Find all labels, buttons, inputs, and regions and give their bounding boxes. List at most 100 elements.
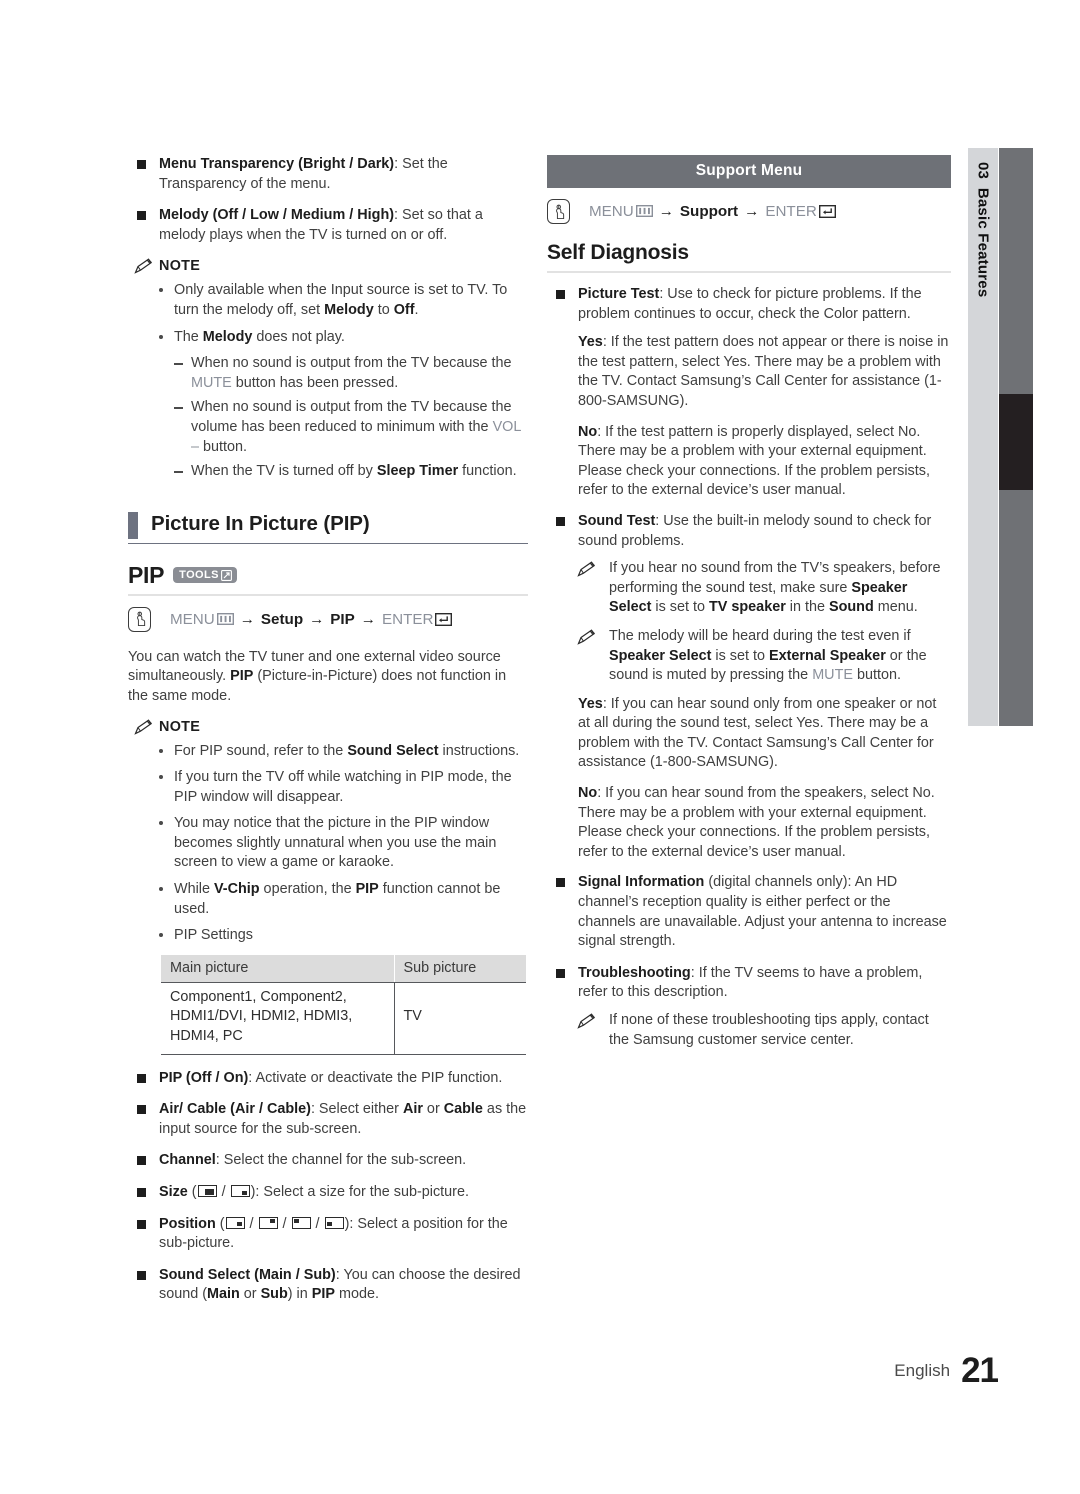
list-item: While V-Chip operation, the PIP function…: [128, 880, 528, 919]
list-item: PIP Settings: [128, 926, 528, 946]
sound-test-note: The melody will be heard during the test…: [547, 627, 951, 686]
self-diagnosis-heading: Self Diagnosis: [547, 241, 951, 273]
pip-size-small-icon: [230, 1185, 250, 1197]
list-item: When the TV is turned off by Sleep Timer…: [128, 462, 528, 482]
dot-bullet-icon: [159, 288, 163, 293]
option-title: Air/ Cable (Air / Cable): [159, 1101, 311, 1118]
option-body: : Activate or deactivate the PIP functio…: [248, 1069, 503, 1086]
list-item: Position ( / / / ): Select a position fo…: [128, 1215, 528, 1254]
pip-settings-table: Main picture Sub picture Component1, Com…: [161, 954, 526, 1055]
page-footer: English 21: [0, 1351, 1080, 1391]
table-header-sub-picture: Sub picture: [393, 954, 526, 983]
yes-body: : If you can hear sound only from one sp…: [578, 695, 937, 771]
pencil-icon: [577, 1013, 597, 1029]
path-step-pip: PIP: [330, 610, 355, 628]
dot-bullet-icon: [159, 821, 163, 826]
square-bullet-icon: [137, 1073, 146, 1083]
troubleshooting-note: If none of these troubleshooting tips ap…: [547, 1011, 951, 1050]
square-bullet-icon: [137, 1188, 146, 1197]
option-title: Sound Select (Main / Sub): [159, 1266, 336, 1283]
picture-test-no: No: If the test pattern is properly disp…: [547, 423, 951, 501]
chapter-index-bar: [999, 148, 1033, 726]
dot-bullet-icon: [159, 775, 163, 780]
pip-settings-label: PIP Settings: [174, 927, 253, 944]
pip-menu-path: MENU → Setup → PIP → ENTER: [128, 606, 528, 632]
list-item: Size ( / ): Select a size for the sub-pi…: [128, 1183, 528, 1203]
list-item: Menu Transparency (Bright / Dark): Set t…: [128, 155, 528, 194]
pip-position-top-left-icon: [291, 1216, 311, 1229]
list-item: Troubleshooting: If the TV seems to have…: [547, 964, 951, 1003]
path-step-support: Support: [679, 203, 739, 220]
pip-position-bottom-left-icon: [324, 1216, 344, 1229]
no-body: : If the test pattern is properly displa…: [578, 423, 930, 499]
chapter-title: Basic Features: [974, 187, 992, 298]
remote-hand-icon: [128, 606, 151, 632]
chapter-side-tab: 03 Basic Features: [968, 148, 998, 726]
option-title: Position: [159, 1215, 216, 1232]
sound-test-yes: Yes: If you can hear sound only from one…: [547, 695, 951, 773]
square-bullet-icon: [137, 1156, 146, 1166]
enter-icon: [435, 612, 453, 626]
pip-position-bottom-right-icon: [225, 1216, 245, 1229]
square-bullet-icon: [137, 160, 146, 169]
page-number: 21: [961, 1351, 999, 1390]
table-header-row: Main picture Sub picture: [161, 954, 526, 983]
square-bullet-icon: [556, 968, 565, 978]
support-menu-banner: Support Menu: [547, 155, 951, 188]
dash-bullet-icon: [174, 363, 183, 365]
sound-test-note: If you hear no sound from the TV’s speak…: [547, 559, 951, 618]
dot-bullet-icon: [159, 933, 163, 938]
no-body: : If you can hear sound from the speaker…: [578, 785, 935, 860]
item-title: Troubleshooting: [578, 964, 691, 981]
table-header-main-picture: Main picture: [161, 954, 394, 983]
troubleshooting-note-text: If none of these troubleshooting tips ap…: [609, 1012, 929, 1048]
sound-test-no: No: If you can hear sound from the speak…: [547, 784, 951, 862]
dash-bullet-icon: [174, 407, 183, 409]
section-title: Picture In Picture (PIP): [151, 511, 370, 535]
list-item: Melody (Off / Low / Medium / High): Set …: [128, 206, 528, 245]
menu-label: MENU: [170, 610, 215, 628]
pip-size-large-icon: [197, 1185, 217, 1197]
square-bullet-icon: [137, 1219, 146, 1229]
list-item: When no sound is output from the TV beca…: [128, 354, 528, 393]
support-path-text: MENU → Support → ENTER: [589, 203, 836, 220]
table-row: Component1, Component2, HDMI1/DVI, HDMI2…: [161, 982, 526, 1055]
dot-bullet-icon: [159, 887, 163, 892]
left-column: Menu Transparency (Bright / Dark): Set t…: [128, 155, 528, 1317]
list-item: Channel: Select the channel for the sub-…: [128, 1151, 528, 1171]
square-bullet-icon: [137, 1270, 146, 1280]
list-item: Air/ Cable (Air / Cable): Select either …: [128, 1100, 528, 1139]
dash-bullet-icon: [174, 471, 183, 473]
item-title: Menu Transparency (Bright / Dark): [159, 156, 395, 172]
item-title: Picture Test: [578, 286, 660, 302]
yes-body: : If the test pattern does not appear or…: [578, 334, 949, 409]
square-bullet-icon: [556, 290, 565, 299]
note-label: NOTE: [159, 258, 201, 275]
footer-language: English: [894, 1361, 951, 1380]
list-item: When no sound is output from the TV beca…: [128, 398, 528, 457]
path-step-setup: Setup: [260, 610, 304, 628]
note-label: NOTE: [159, 718, 201, 735]
option-body: : Select the channel for the sub-screen.: [215, 1152, 467, 1169]
table-cell-sub-picture: TV: [393, 982, 526, 1055]
pencil-icon: [577, 561, 597, 577]
pip-intro-paragraph: You can watch the TV tuner and one exter…: [128, 648, 507, 704]
note-header: NOTE: [128, 718, 528, 736]
pencil-icon: [134, 258, 154, 275]
menu-icon: [635, 204, 653, 218]
list-item: For PIP sound, refer to the Sound Select…: [128, 742, 528, 762]
item-title: Sound Test: [578, 512, 656, 529]
no-label: No: [578, 785, 598, 802]
tools-badge[interactable]: TOOLS: [173, 567, 237, 584]
list-item: PIP (Off / On): Activate or deactivate t…: [128, 1069, 528, 1089]
option-body: : Select a size for the sub-picture.: [255, 1184, 469, 1200]
list-item: Sound Select (Main / Sub): You can choos…: [128, 1266, 528, 1305]
dot-bullet-icon: [159, 334, 163, 339]
no-label: No: [578, 423, 598, 440]
square-bullet-icon: [137, 211, 146, 221]
list-item: The Melody does not play.: [128, 328, 528, 348]
tools-badge-label: TOOLS: [179, 569, 219, 582]
menu-icon: [216, 612, 234, 625]
list-item: You may notice that the picture in the P…: [128, 814, 528, 873]
option-title: PIP (Off / On): [159, 1069, 249, 1086]
